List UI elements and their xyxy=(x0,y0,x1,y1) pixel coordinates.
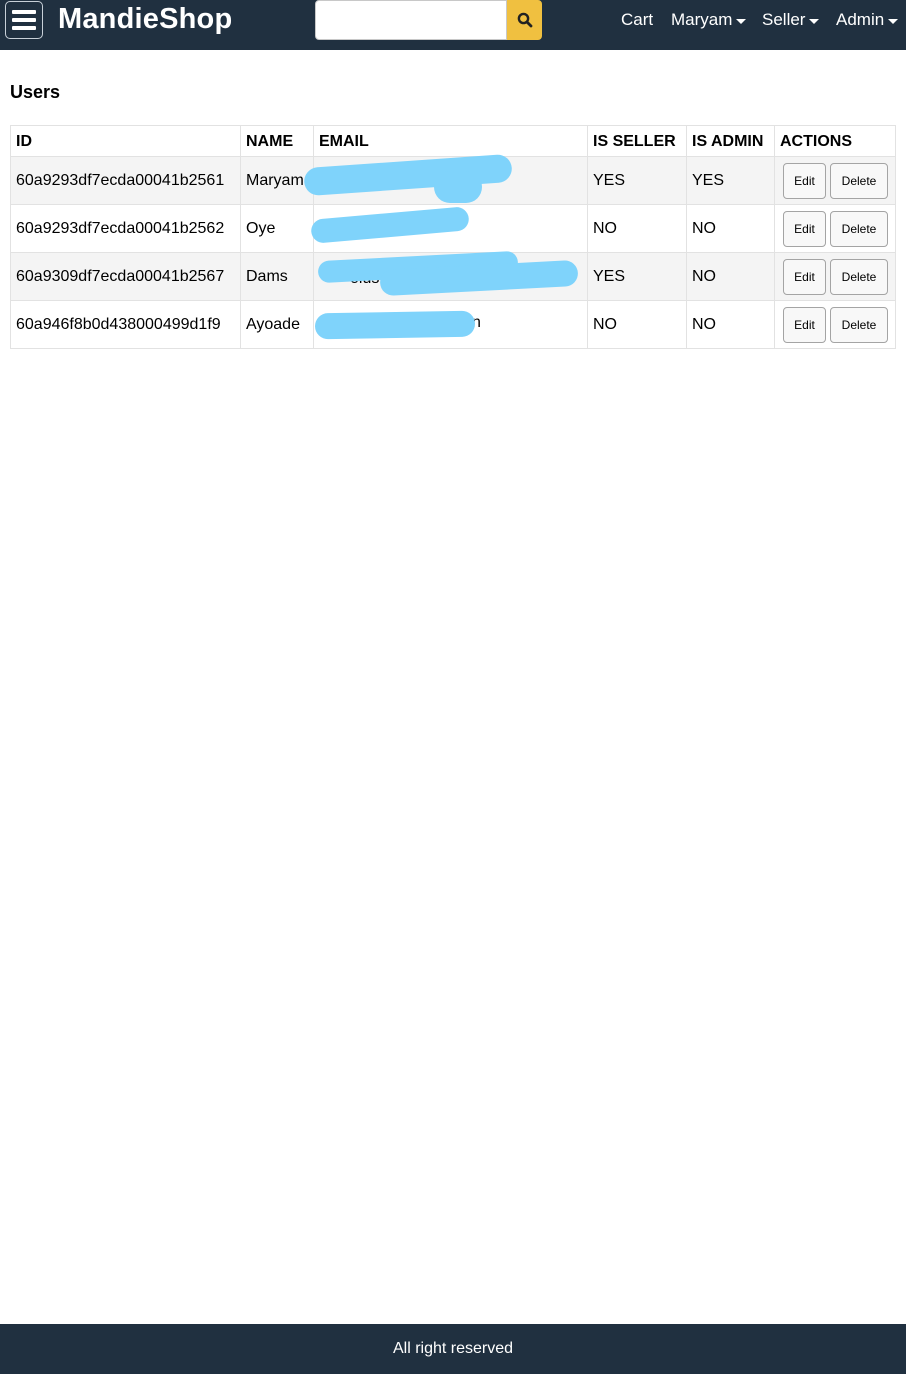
edit-user-button[interactable]: Edit xyxy=(783,258,826,295)
table-body: 60a9293df7ecda00041b2561 Maryam @ YES YE… xyxy=(10,153,896,349)
user-actions-cell: Edit Delete xyxy=(774,204,896,253)
user-name-cell: Dams xyxy=(240,252,314,301)
brand-logo-link[interactable]: MandieShop xyxy=(58,3,232,36)
table-row: 60a9309df7ecda00041b2567 Dams olus YES N… xyxy=(10,250,896,301)
column-header-email: EMAIL xyxy=(313,125,588,157)
nav-seller-label: Seller xyxy=(762,10,806,29)
column-header-is-admin: IS ADMIN xyxy=(686,125,775,157)
redaction-mark xyxy=(314,310,476,340)
footer: All right reserved xyxy=(0,1324,906,1374)
table-header-row: ID NAME EMAIL IS SELLER IS ADMIN ACTIONS xyxy=(10,125,896,157)
user-id-cell: 60a9309df7ecda00041b2567 xyxy=(10,252,241,301)
delete-user-button[interactable]: Delete xyxy=(830,306,888,343)
user-is-seller-cell: YES xyxy=(587,252,687,301)
hamburger-menu-button[interactable] xyxy=(5,1,43,39)
user-email-cell: @ xyxy=(303,153,588,205)
user-actions-cell: Edit Delete xyxy=(774,156,896,205)
table-header: ID NAME EMAIL IS SELLER IS ADMIN ACTIONS xyxy=(10,125,896,157)
column-header-name: NAME xyxy=(240,125,314,157)
delete-user-button[interactable]: Delete xyxy=(830,210,888,247)
user-is-seller-cell: NO xyxy=(587,300,687,349)
nav-cart-link[interactable]: Cart xyxy=(621,10,653,30)
search-icon xyxy=(517,12,532,28)
menu-icon-bar xyxy=(12,10,36,14)
caret-down-icon xyxy=(736,18,747,24)
caret-down-icon xyxy=(809,18,820,24)
nav-seller-dropdown[interactable]: Seller xyxy=(762,10,820,30)
user-is-admin-cell: NO xyxy=(686,252,775,301)
menu-icon-bar xyxy=(12,18,36,22)
user-email-cell: om xyxy=(310,204,588,253)
top-navbar: MandieShop Cart Maryam Seller Admin xyxy=(0,0,906,50)
delete-user-button[interactable]: Delete xyxy=(830,258,888,295)
edit-user-button[interactable]: Edit xyxy=(783,162,826,199)
edit-user-button[interactable]: Edit xyxy=(783,306,826,343)
search-input[interactable] xyxy=(315,0,507,40)
user-is-admin-cell: NO xyxy=(686,204,775,253)
user-is-seller-cell: NO xyxy=(587,204,687,253)
user-name-cell: Oye xyxy=(240,204,314,253)
delete-user-button[interactable]: Delete xyxy=(830,162,888,199)
page-title: Users xyxy=(10,82,61,102)
nav-admin-dropdown[interactable]: Admin xyxy=(836,10,899,30)
user-actions-cell: Edit Delete xyxy=(774,252,896,301)
redaction-mark xyxy=(434,171,482,203)
footer-text: All right reserved xyxy=(392,1340,514,1357)
table-row: 60a9293df7ecda00041b2562 Oye om NO NO Ed… xyxy=(10,204,896,253)
page: MandieShop Cart Maryam Seller Admin User… xyxy=(0,0,906,1374)
table-row: 60a9293df7ecda00041b2561 Maryam @ YES YE… xyxy=(10,153,896,205)
user-id-cell: 60a9293df7ecda00041b2561 xyxy=(10,156,241,205)
user-email-cell: olus xyxy=(313,250,588,301)
user-is-admin-cell: YES xyxy=(686,156,775,205)
search-form xyxy=(315,0,542,40)
user-name-cell: Maryam xyxy=(240,156,314,205)
user-is-admin-cell: NO xyxy=(686,300,775,349)
table-row: 60a946f8b0d438000499d1f9 Ayoade n NO NO … xyxy=(10,300,896,349)
user-email-cell: n xyxy=(313,300,588,349)
menu-icon-bar xyxy=(12,26,36,30)
edit-user-button[interactable]: Edit xyxy=(783,210,826,247)
user-id-cell: 60a9293df7ecda00041b2562 xyxy=(10,204,241,253)
nav-cart-label: Cart xyxy=(621,10,654,29)
column-header-actions: ACTIONS xyxy=(774,125,896,157)
caret-down-icon xyxy=(888,18,899,24)
nav-user-dropdown[interactable]: Maryam xyxy=(671,10,747,30)
users-table: ID NAME EMAIL IS SELLER IS ADMIN ACTIONS… xyxy=(10,125,896,349)
nav-user-label: Maryam xyxy=(671,10,733,29)
column-header-is-seller: IS SELLER xyxy=(587,125,687,157)
user-actions-cell: Edit Delete xyxy=(774,300,896,349)
user-name-cell: Ayoade xyxy=(240,300,314,349)
redaction-mark xyxy=(310,206,470,244)
user-is-seller-cell: YES xyxy=(587,156,687,205)
column-header-id: ID xyxy=(10,125,241,157)
user-id-cell: 60a946f8b0d438000499d1f9 xyxy=(10,300,241,349)
search-button[interactable] xyxy=(507,0,542,40)
nav-admin-label: Admin xyxy=(836,10,885,29)
